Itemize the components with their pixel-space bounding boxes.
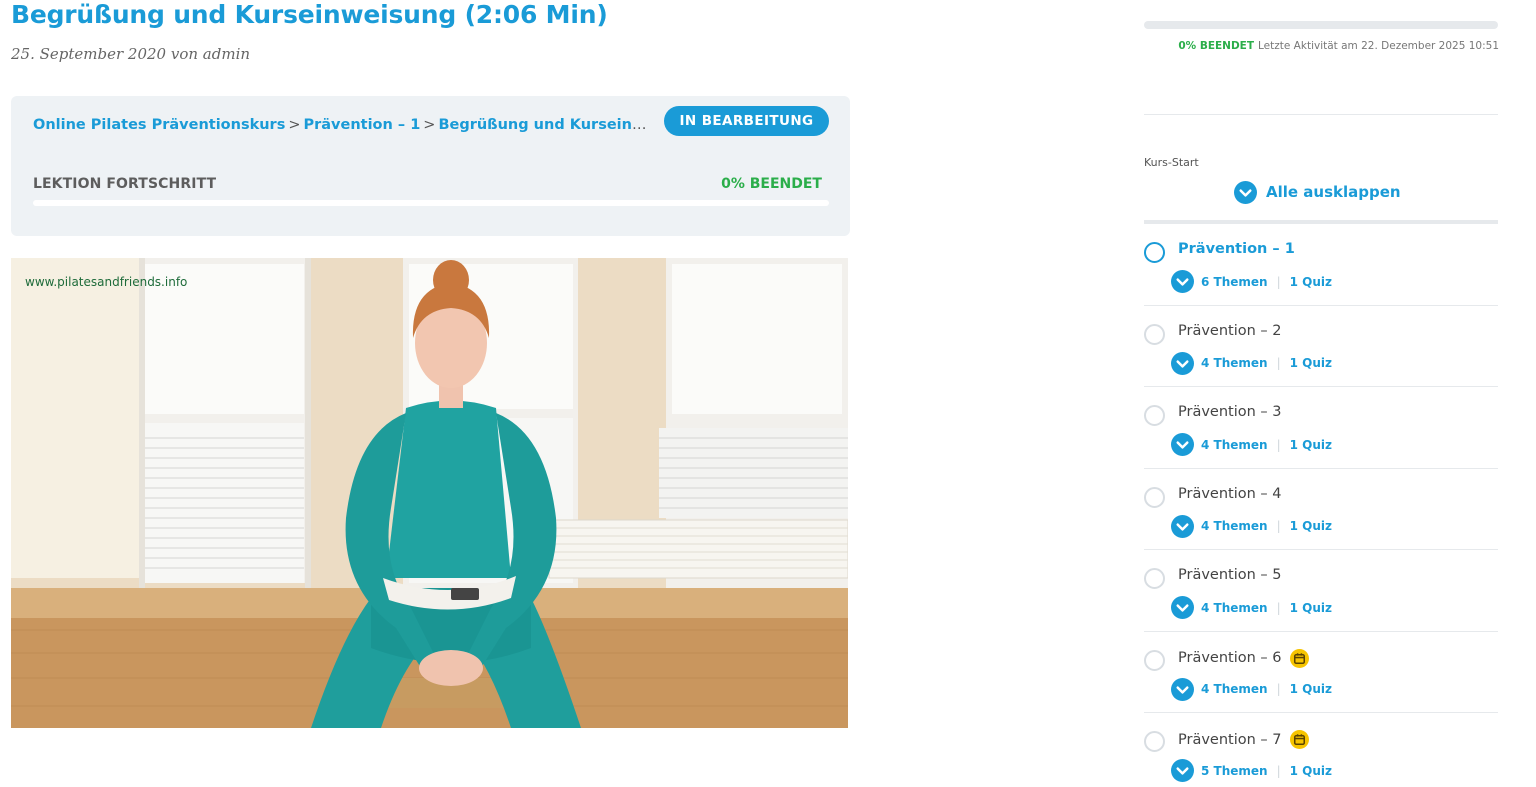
status-circle-icon (1144, 649, 1165, 671)
lesson-item[interactable]: Prävention – 6 4 Themen | 1 Quiz (1144, 632, 1498, 713)
separator: | (1276, 274, 1281, 289)
lesson-title[interactable]: Prävention – 6 (1178, 648, 1309, 668)
lesson-quiz-count: 1 Quiz (1289, 763, 1333, 778)
chevron-down-icon[interactable] (1171, 514, 1194, 538)
lesson-quiz-count: 1 Quiz (1289, 682, 1333, 696)
calendar-clock-icon (1289, 730, 1309, 749)
status-circle-icon (1144, 405, 1165, 426)
lesson-expand-row[interactable]: 5 Themen | 1 Quiz (1171, 759, 1332, 782)
status-circle-icon (1144, 731, 1165, 752)
lesson-title-text: Prävention – 7 (1178, 731, 1282, 748)
lesson-title[interactable]: Prävention – 4 (1178, 486, 1282, 502)
separator: | (1276, 600, 1281, 615)
lesson-expand-row[interactable]: 4 Themen | 1 Quiz (1171, 514, 1333, 538)
lesson-title-text: Prävention – 4 (1178, 485, 1282, 502)
lesson-title[interactable]: Prävention – 3 (1178, 404, 1282, 420)
chevron-down-icon[interactable] (1171, 677, 1194, 701)
breadcrumb-course-link[interactable]: Online Pilates Präventionskurs (33, 117, 285, 133)
lesson-topics-count: 4 Themen (1201, 437, 1268, 452)
lesson-progress-bar (33, 200, 829, 206)
chevron-down-icon[interactable] (1171, 596, 1194, 619)
breadcrumb-separator: > (288, 117, 301, 133)
breadcrumb-lesson-link[interactable]: Begrüßung und Kurseinweisung (2:06 Min) (438, 117, 648, 133)
lesson-topics-count: 4 Themen (1201, 356, 1268, 370)
course-status: 0% BEENDET Letzte Aktivität am 22. Dezemb… (1178, 40, 1499, 52)
calendar-clock-icon (1289, 648, 1309, 668)
lesson-title-text: Prävention – 2 (1178, 322, 1282, 339)
post-meta: 25. September 2020 von admin (11, 45, 251, 63)
lesson-expand-row[interactable]: 4 Themen | 1 Quiz (1171, 596, 1332, 619)
chevron-down-icon[interactable] (1171, 351, 1194, 375)
lesson-quiz-count: 1 Quiz (1289, 274, 1333, 289)
expand-all-label: Alle ausklappen (1266, 183, 1401, 201)
lesson-title[interactable]: Prävention – 2 (1178, 323, 1282, 339)
lesson-status-box: Online Pilates Präventionskurs > Präventio… (11, 96, 850, 236)
chevron-down-icon[interactable] (1171, 270, 1194, 293)
lesson-title-text: Prävention – 1 (1178, 241, 1295, 257)
lesson-title-text: Prävention – 5 (1178, 567, 1282, 583)
chevron-down-icon[interactable] (1171, 759, 1194, 782)
kurs-start-label: Kurs-Start (1144, 156, 1199, 169)
status-circle-icon (1144, 568, 1165, 589)
lesson-title[interactable]: Prävention – 1 (1178, 241, 1295, 257)
lesson-item[interactable]: Prävention – 5 4 Themen | 1 Quiz (1144, 550, 1498, 632)
status-circle-icon (1144, 242, 1165, 263)
page-title: Begrüßung und Kurseinweisung (2:06 Min) (11, 0, 608, 29)
video-watermark: www.pilatesandfriends.info (25, 275, 188, 289)
lesson-item[interactable]: Prävention – 4 4 Themen | 1 Quiz (1144, 469, 1498, 550)
expand-all-button[interactable]: Alle ausklappen (1234, 180, 1401, 204)
lesson-list: Prävention – 16 Themen | 1 Quiz Prävention … (1144, 224, 1498, 787)
lesson-topics-count: 6 Themen (1201, 274, 1268, 289)
status-circle-icon (1144, 486, 1165, 508)
lesson-progress-label: LEKTION FORTSCHRITT (33, 176, 217, 192)
lesson-title[interactable]: Prävention – 5 (1178, 567, 1282, 583)
last-activity: Letzte Aktivität am 22. Dezember 2025 10… (1258, 40, 1499, 52)
lesson-expand-row[interactable]: 6 Themen | 1 Quiz (1171, 270, 1332, 293)
lesson-title[interactable]: Prävention – 7 (1178, 730, 1309, 749)
video-frame-image (11, 258, 848, 728)
lesson-topics-count: 4 Themen (1201, 519, 1268, 533)
lesson-quiz-count: 1 Quiz (1289, 356, 1333, 370)
lesson-title-text: Prävention – 3 (1178, 404, 1282, 420)
lesson-quiz-count: 1 Quiz (1289, 437, 1333, 452)
separator: | (1276, 763, 1281, 778)
lesson-topics-count: 4 Themen (1201, 682, 1268, 696)
lesson-item[interactable]: Prävention – 2 4 Themen | 1 Quiz (1144, 306, 1498, 387)
lesson-item[interactable]: Prävention – 3 4 Themen | 1 Quiz (1144, 387, 1498, 469)
breadcrumb-section-link[interactable]: Prävention – 1 (303, 117, 420, 133)
lesson-progress-percent: 0% BEENDET (721, 176, 822, 192)
lesson-expand-row[interactable]: 4 Themen | 1 Quiz (1171, 677, 1333, 701)
separator: | (1276, 437, 1281, 452)
video-player[interactable]: www.pilatesandfriends.info (11, 258, 848, 728)
lesson-item[interactable]: Prävention – 1 6 Themen | 1 Quiz (1144, 224, 1498, 306)
status-badge: IN BEARBEITUNG (664, 106, 829, 136)
breadcrumb: Online Pilates Präventionskurs > Präventio… (33, 117, 648, 133)
course-progress-percent: 0% BEENDET (1178, 40, 1255, 52)
lesson-quiz-count: 1 Quiz (1289, 600, 1333, 615)
lesson-title-text: Prävention – 6 (1178, 650, 1282, 666)
status-circle-icon (1144, 323, 1165, 345)
lesson-quiz-count: 1 Quiz (1289, 519, 1333, 533)
course-progress-bar (1144, 21, 1498, 29)
lesson-expand-row[interactable]: 4 Themen | 1 Quiz (1171, 433, 1332, 456)
chevron-down-icon (1234, 180, 1257, 204)
breadcrumb-separator: > (423, 117, 436, 133)
lesson-topics-count: 4 Themen (1201, 600, 1268, 615)
chevron-down-icon[interactable] (1171, 433, 1194, 456)
lesson-expand-row[interactable]: 4 Themen | 1 Quiz (1171, 351, 1333, 375)
lesson-topics-count: 5 Themen (1201, 763, 1268, 778)
divider (1144, 114, 1498, 115)
separator: | (1276, 519, 1281, 533)
lesson-item[interactable]: Prävention – 7 5 Themen | 1 Quiz (1144, 713, 1498, 787)
separator: | (1276, 356, 1281, 370)
separator: | (1276, 682, 1281, 696)
